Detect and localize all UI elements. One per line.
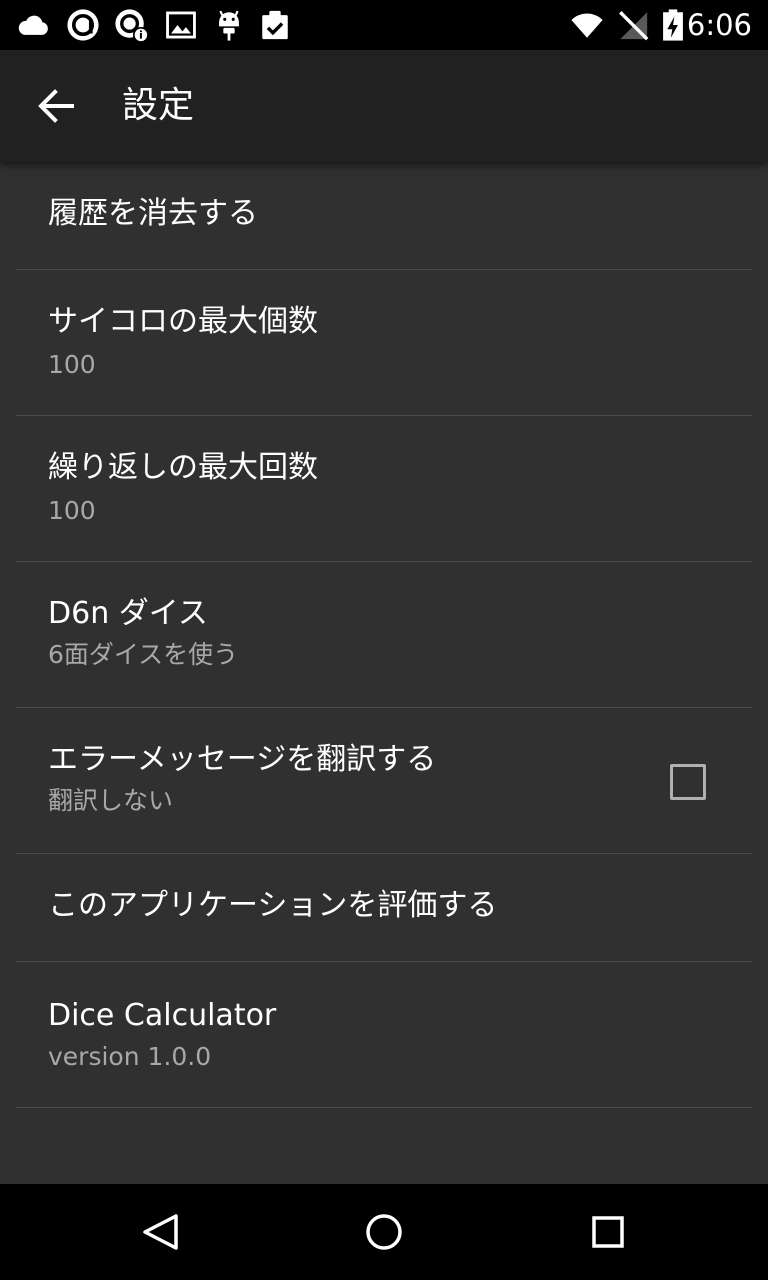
- cloud-icon: [16, 8, 50, 42]
- translate-errors-title: エラーメッセージを翻訳する: [48, 742, 437, 777]
- app-version: version 1.0.0: [48, 1042, 212, 1071]
- nav-home-button[interactable]: [356, 1204, 412, 1260]
- navigation-bar: [0, 1184, 768, 1280]
- clock: 6:06: [686, 8, 752, 42]
- rate-app-item[interactable]: このアプリケーションを評価する: [16, 854, 752, 962]
- app-version-item[interactable]: Dice Calculator version 1.0.0: [16, 962, 752, 1108]
- clear-history-item[interactable]: 履歴を消去する: [16, 162, 752, 270]
- max-dice-count-item[interactable]: サイコロの最大個数 100: [16, 270, 752, 416]
- clipboard-check-icon: [258, 8, 292, 42]
- battery-charging-icon: [656, 8, 690, 42]
- app-a-icon: [66, 8, 100, 42]
- status-bar: 6:06: [0, 0, 768, 50]
- rate-app-title: このアプリケーションを評価する: [48, 888, 498, 923]
- max-repeat-count-value: 100: [48, 496, 96, 525]
- back-button[interactable]: [24, 74, 88, 138]
- translate-errors-item[interactable]: エラーメッセージを翻訳する 翻訳しない: [16, 708, 752, 854]
- max-dice-count-title: サイコロの最大個数: [48, 304, 318, 339]
- d6n-dice-item[interactable]: D6n ダイス 6面ダイスを使う: [16, 562, 752, 708]
- nav-recents-button[interactable]: [580, 1204, 636, 1260]
- recents-square-icon: [592, 1216, 624, 1248]
- nav-back-button[interactable]: [132, 1204, 188, 1260]
- app-name: Dice Calculator: [48, 998, 277, 1033]
- android-icon: [212, 8, 246, 42]
- d6n-dice-title: D6n ダイス: [48, 596, 208, 631]
- max-repeat-count-item[interactable]: 繰り返しの最大回数 100: [16, 416, 752, 562]
- clear-history-title: 履歴を消去する: [48, 196, 258, 231]
- preference-list: 履歴を消去する サイコロの最大個数 100 繰り返しの最大回数 100 D6n …: [0, 162, 768, 1184]
- arrow-back-icon: [38, 89, 74, 123]
- app-bar: 設定: [0, 50, 768, 162]
- d6n-dice-summary: 6面ダイスを使う: [48, 640, 239, 669]
- no-signal-icon: [616, 8, 650, 42]
- translate-errors-checkbox[interactable]: [670, 764, 706, 800]
- page-title: 設定: [122, 85, 195, 126]
- max-dice-count-value: 100: [48, 350, 96, 379]
- translate-errors-summary: 翻訳しない: [48, 786, 174, 815]
- back-triangle-icon: [143, 1214, 178, 1250]
- home-circle-icon: [366, 1214, 402, 1250]
- max-repeat-count-title: 繰り返しの最大回数: [48, 450, 318, 485]
- app-info-icon: [114, 8, 148, 42]
- image-icon: [164, 8, 198, 42]
- wifi-icon: [570, 8, 604, 42]
